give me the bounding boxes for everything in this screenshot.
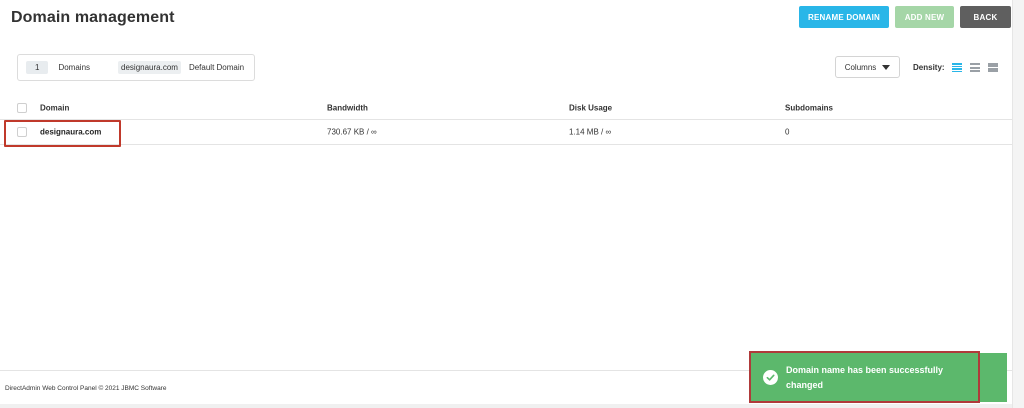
columns-dropdown[interactable]: Columns — [835, 56, 900, 78]
domain-summary: 1 Domains designaura.com Default Domain — [17, 54, 255, 81]
default-domain-label: Default Domain — [188, 63, 245, 72]
bandwidth-value: 730.67 KB / ∞ — [327, 127, 377, 137]
domain-count-label: Domains — [58, 63, 91, 72]
add-new-button[interactable]: ADD NEW — [895, 6, 954, 28]
column-header-subdomains[interactable]: Subdomains — [785, 103, 833, 112]
page-title: Domain management — [11, 9, 175, 26]
column-header-bandwidth[interactable]: Bandwidth — [327, 103, 368, 112]
density-comfortable-icon[interactable] — [988, 63, 998, 72]
vertical-scrollbar[interactable] — [1012, 0, 1024, 408]
domains-table: Domain Bandwidth Disk Usage Subdomains d… — [0, 96, 1012, 145]
table-header: Domain Bandwidth Disk Usage Subdomains — [0, 96, 1012, 120]
density-label: Density: — [913, 63, 945, 72]
column-header-disk-usage[interactable]: Disk Usage — [569, 103, 612, 112]
density-standard-icon[interactable] — [970, 63, 980, 72]
disk-usage-value: 1.14 MB / ∞ — [569, 127, 612, 137]
caret-down-icon — [882, 64, 891, 70]
footer-copyright: DirectAdmin Web Control Panel © 2021 JBM… — [5, 385, 167, 392]
rename-domain-button[interactable]: RENAME DOMAIN — [799, 6, 889, 28]
select-all-checkbox[interactable] — [17, 102, 27, 113]
subdomains-value: 0 — [785, 127, 790, 137]
back-button[interactable]: BACK — [960, 6, 1011, 28]
horizontal-scrollbar[interactable] — [0, 404, 1012, 408]
table-row: designaura.com 730.67 KB / ∞ 1.14 MB / ∞… — [0, 120, 1012, 145]
column-header-domain[interactable]: Domain — [40, 103, 69, 112]
columns-label: Columns — [844, 62, 877, 72]
density-compact-icon[interactable] — [952, 63, 962, 72]
toast-message: Domain name has been successfully change… — [786, 364, 944, 390]
domain-count: 1 — [26, 61, 49, 74]
domain-link[interactable]: designaura.com — [40, 128, 101, 137]
check-circle-icon — [763, 370, 778, 385]
default-domain-value: designaura.com — [118, 61, 181, 74]
success-toast[interactable]: Domain name has been successfully change… — [749, 353, 1007, 402]
row-checkbox[interactable] — [17, 127, 27, 137]
